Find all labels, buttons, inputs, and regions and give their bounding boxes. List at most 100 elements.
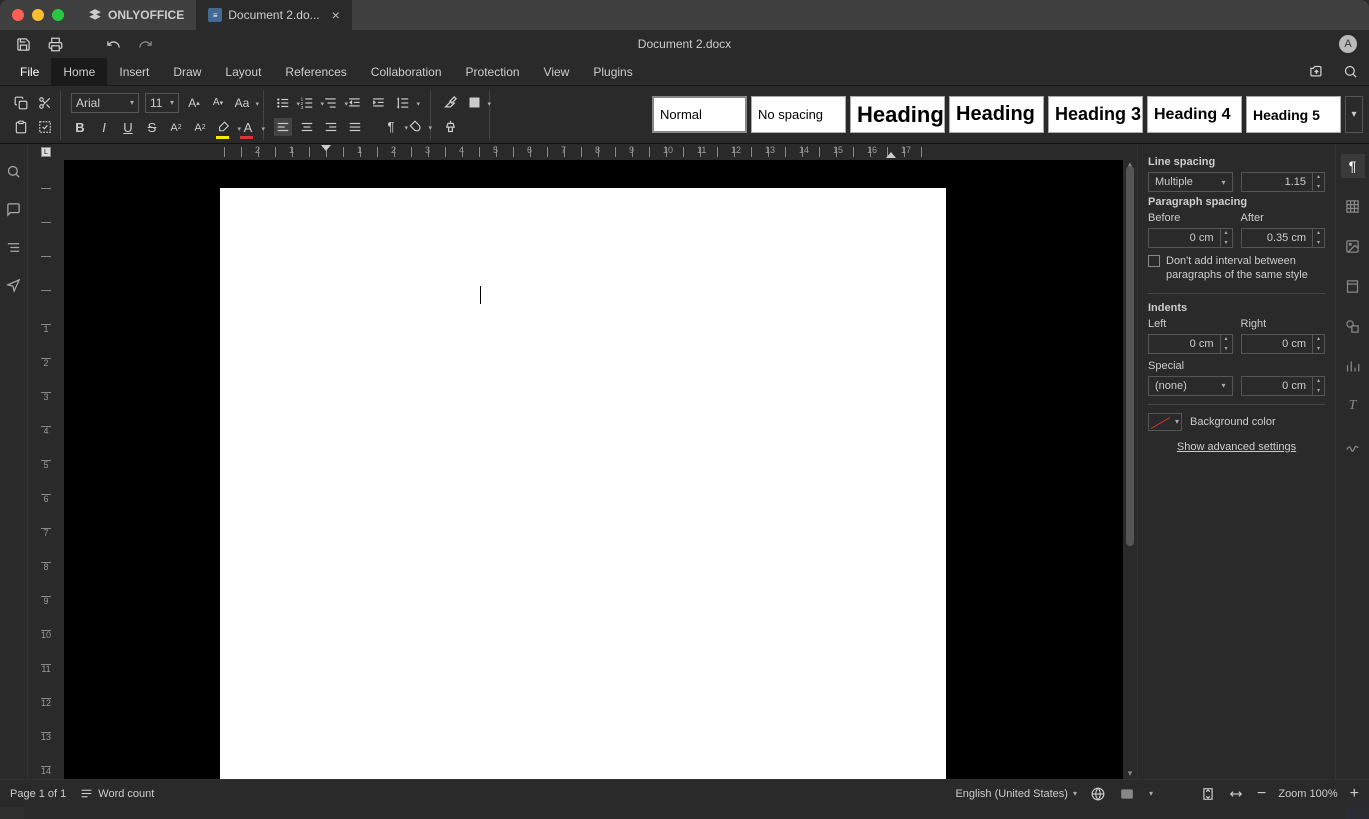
- decrease-indent-icon[interactable]: [346, 94, 364, 112]
- find-icon[interactable]: [5, 162, 23, 180]
- bullets-icon[interactable]: [274, 94, 292, 112]
- font-size-select[interactable]: 11▾: [145, 93, 179, 113]
- numbering-icon[interactable]: 123: [298, 94, 316, 112]
- open-location-icon[interactable]: [1307, 63, 1325, 81]
- advanced-settings-link[interactable]: Show advanced settings: [1148, 441, 1325, 453]
- before-spacing-input[interactable]: 0 cm▴▾: [1148, 228, 1233, 248]
- menu-tab-references[interactable]: References: [273, 58, 358, 85]
- search-icon[interactable]: [1341, 63, 1359, 81]
- vertical-scrollbar[interactable]: ▴ ▾: [1123, 160, 1137, 779]
- zoom-level[interactable]: Zoom 100%: [1278, 788, 1337, 800]
- menu-tab-insert[interactable]: Insert: [107, 58, 161, 85]
- special-indent-select[interactable]: (none)▾: [1148, 376, 1233, 396]
- superscript-icon[interactable]: A2: [167, 119, 185, 137]
- style-heading-2[interactable]: Heading: [949, 96, 1044, 133]
- table-tab-icon[interactable]: [1341, 194, 1365, 218]
- menu-tab-plugins[interactable]: Plugins: [581, 58, 644, 85]
- left-indent-input[interactable]: 0 cm▴▾: [1148, 334, 1233, 354]
- zoom-in-icon[interactable]: +: [1350, 785, 1359, 803]
- change-case-icon[interactable]: Aa: [233, 94, 251, 112]
- font-name-select[interactable]: Arial▾: [71, 93, 139, 113]
- cut-icon[interactable]: [36, 94, 54, 112]
- increase-indent-icon[interactable]: [370, 94, 388, 112]
- line-spacing-mode-select[interactable]: Multiple▾: [1148, 172, 1233, 192]
- style-heading-4[interactable]: Heading 4: [1147, 96, 1242, 133]
- align-justify-icon[interactable]: [346, 118, 364, 136]
- decrease-font-icon[interactable]: A▾: [209, 94, 227, 112]
- menu-tab-home[interactable]: Home: [51, 58, 107, 85]
- scrollbar-thumb[interactable]: [1126, 166, 1134, 546]
- redo-icon[interactable]: [136, 35, 154, 53]
- nonprinting-icon[interactable]: ¶: [382, 118, 400, 136]
- bg-color-swatch[interactable]: [1148, 413, 1182, 431]
- chart-tab-icon[interactable]: [1341, 354, 1365, 378]
- underline-icon[interactable]: U: [119, 119, 137, 137]
- comments-icon[interactable]: [5, 200, 23, 218]
- window-zoom-dot[interactable]: [52, 9, 64, 21]
- increase-font-icon[interactable]: A▴: [185, 94, 203, 112]
- horizontal-ruler[interactable]: 211234567891011121314151617: [64, 144, 1137, 160]
- same-style-checkbox[interactable]: Don't add interval between paragraphs of…: [1148, 254, 1325, 283]
- window-close-dot[interactable]: [12, 9, 24, 21]
- window-minimize-dot[interactable]: [32, 9, 44, 21]
- page-indicator[interactable]: Page 1 of 1: [10, 788, 66, 800]
- italic-icon[interactable]: I: [95, 119, 113, 137]
- app-tab[interactable]: ONLYOFFICE: [76, 0, 196, 30]
- fit-width-icon[interactable]: [1229, 787, 1243, 801]
- line-spacing-icon[interactable]: [394, 94, 412, 112]
- menu-tab-layout[interactable]: Layout: [213, 58, 273, 85]
- document-tab[interactable]: ≡ Document 2.do... ×: [196, 0, 352, 30]
- spellcheck-icon[interactable]: [1091, 787, 1105, 801]
- save-icon[interactable]: [14, 35, 32, 53]
- language-selector[interactable]: English (United States) ▾: [955, 788, 1077, 800]
- style-heading-3[interactable]: Heading 3: [1048, 96, 1143, 133]
- image-tab-icon[interactable]: [1341, 234, 1365, 258]
- select-all-icon[interactable]: [36, 118, 54, 136]
- style-heading-5[interactable]: Heading 5: [1246, 96, 1341, 133]
- right-indent-input[interactable]: 0 cm▴▾: [1241, 334, 1326, 354]
- zoom-out-icon[interactable]: −: [1257, 785, 1266, 803]
- menu-tab-file[interactable]: File: [8, 58, 51, 85]
- style-no-spacing[interactable]: No spacing: [751, 96, 846, 133]
- shape-tab-icon[interactable]: [1341, 314, 1365, 338]
- word-count[interactable]: Word count: [80, 787, 154, 800]
- paragraph-tab-icon[interactable]: ¶: [1341, 154, 1365, 178]
- align-right-icon[interactable]: [322, 118, 340, 136]
- special-indent-input[interactable]: 0 cm▴▾: [1241, 376, 1326, 396]
- align-center-icon[interactable]: [298, 118, 316, 136]
- print-icon[interactable]: [46, 35, 64, 53]
- user-avatar[interactable]: A: [1339, 35, 1357, 53]
- track-changes-icon[interactable]: [1119, 787, 1135, 801]
- shading-icon[interactable]: [406, 118, 424, 136]
- line-spacing-value-input[interactable]: 1.15▴▾: [1241, 172, 1326, 192]
- document-page[interactable]: [220, 188, 946, 779]
- align-left-icon[interactable]: [274, 118, 292, 136]
- menu-tab-protection[interactable]: Protection: [454, 58, 532, 85]
- strikethrough-icon[interactable]: S: [143, 119, 161, 137]
- menu-tab-collaboration[interactable]: Collaboration: [359, 58, 454, 85]
- header-tab-icon[interactable]: [1341, 274, 1365, 298]
- style-gallery-expand[interactable]: ▾: [1345, 96, 1363, 133]
- paste-icon[interactable]: [12, 118, 30, 136]
- fit-page-icon[interactable]: [1201, 787, 1215, 801]
- textart-tab-icon[interactable]: T: [1341, 394, 1365, 418]
- subscript-icon[interactable]: A2: [191, 119, 209, 137]
- close-icon[interactable]: ×: [332, 7, 340, 23]
- style-normal[interactable]: Normal: [652, 96, 747, 133]
- insert-shape-icon[interactable]: [465, 94, 483, 112]
- highlight-icon[interactable]: [215, 119, 233, 137]
- multilevel-icon[interactable]: [322, 94, 340, 112]
- tab-stop-selector[interactable]: L: [28, 144, 64, 160]
- undo-icon[interactable]: [104, 35, 122, 53]
- feedback-icon[interactable]: [5, 276, 23, 294]
- page-canvas[interactable]: [64, 160, 1123, 779]
- signature-tab-icon[interactable]: [1341, 434, 1365, 458]
- clear-style-icon[interactable]: [441, 94, 459, 112]
- after-spacing-input[interactable]: 0.35 cm▴▾: [1241, 228, 1326, 248]
- headings-icon[interactable]: [5, 238, 23, 256]
- menu-tab-view[interactable]: View: [532, 58, 582, 85]
- bold-icon[interactable]: B: [71, 119, 89, 137]
- copy-icon[interactable]: [12, 94, 30, 112]
- doclang-dropdown-icon[interactable]: ▾: [1149, 789, 1153, 798]
- font-color-icon[interactable]: A: [239, 119, 257, 137]
